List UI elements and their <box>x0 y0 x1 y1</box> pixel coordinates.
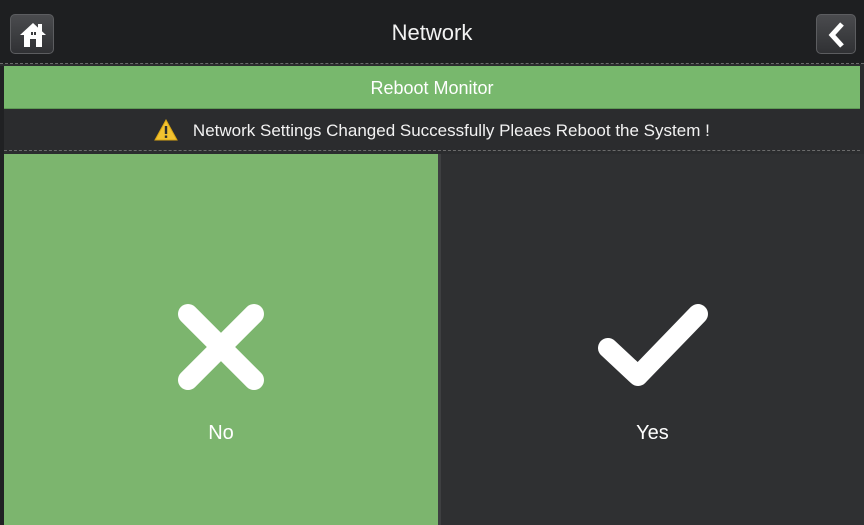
reboot-message: Network Settings Changed Successfully Pl… <box>192 121 710 140</box>
yes-button[interactable]: Yes <box>441 154 864 525</box>
home-button[interactable] <box>10 14 54 54</box>
back-button[interactable] <box>816 14 856 54</box>
chevron-left-icon <box>828 22 844 48</box>
reboot-monitor-screen: Network Reboot Monitor Network Settings … <box>0 0 864 525</box>
page-title: Network <box>391 20 473 45</box>
yes-label: Yes <box>636 422 669 444</box>
no-label: No <box>208 422 234 444</box>
check-icon <box>597 304 708 386</box>
subtitle-bar: Reboot Monitor <box>4 66 860 109</box>
no-button[interactable]: No <box>4 154 438 525</box>
close-icon <box>178 304 264 390</box>
home-icon <box>20 23 46 47</box>
message-bar: Network Settings Changed Successfully Pl… <box>4 109 860 151</box>
header-bar: Network <box>0 0 864 64</box>
warning-icon <box>154 118 179 141</box>
